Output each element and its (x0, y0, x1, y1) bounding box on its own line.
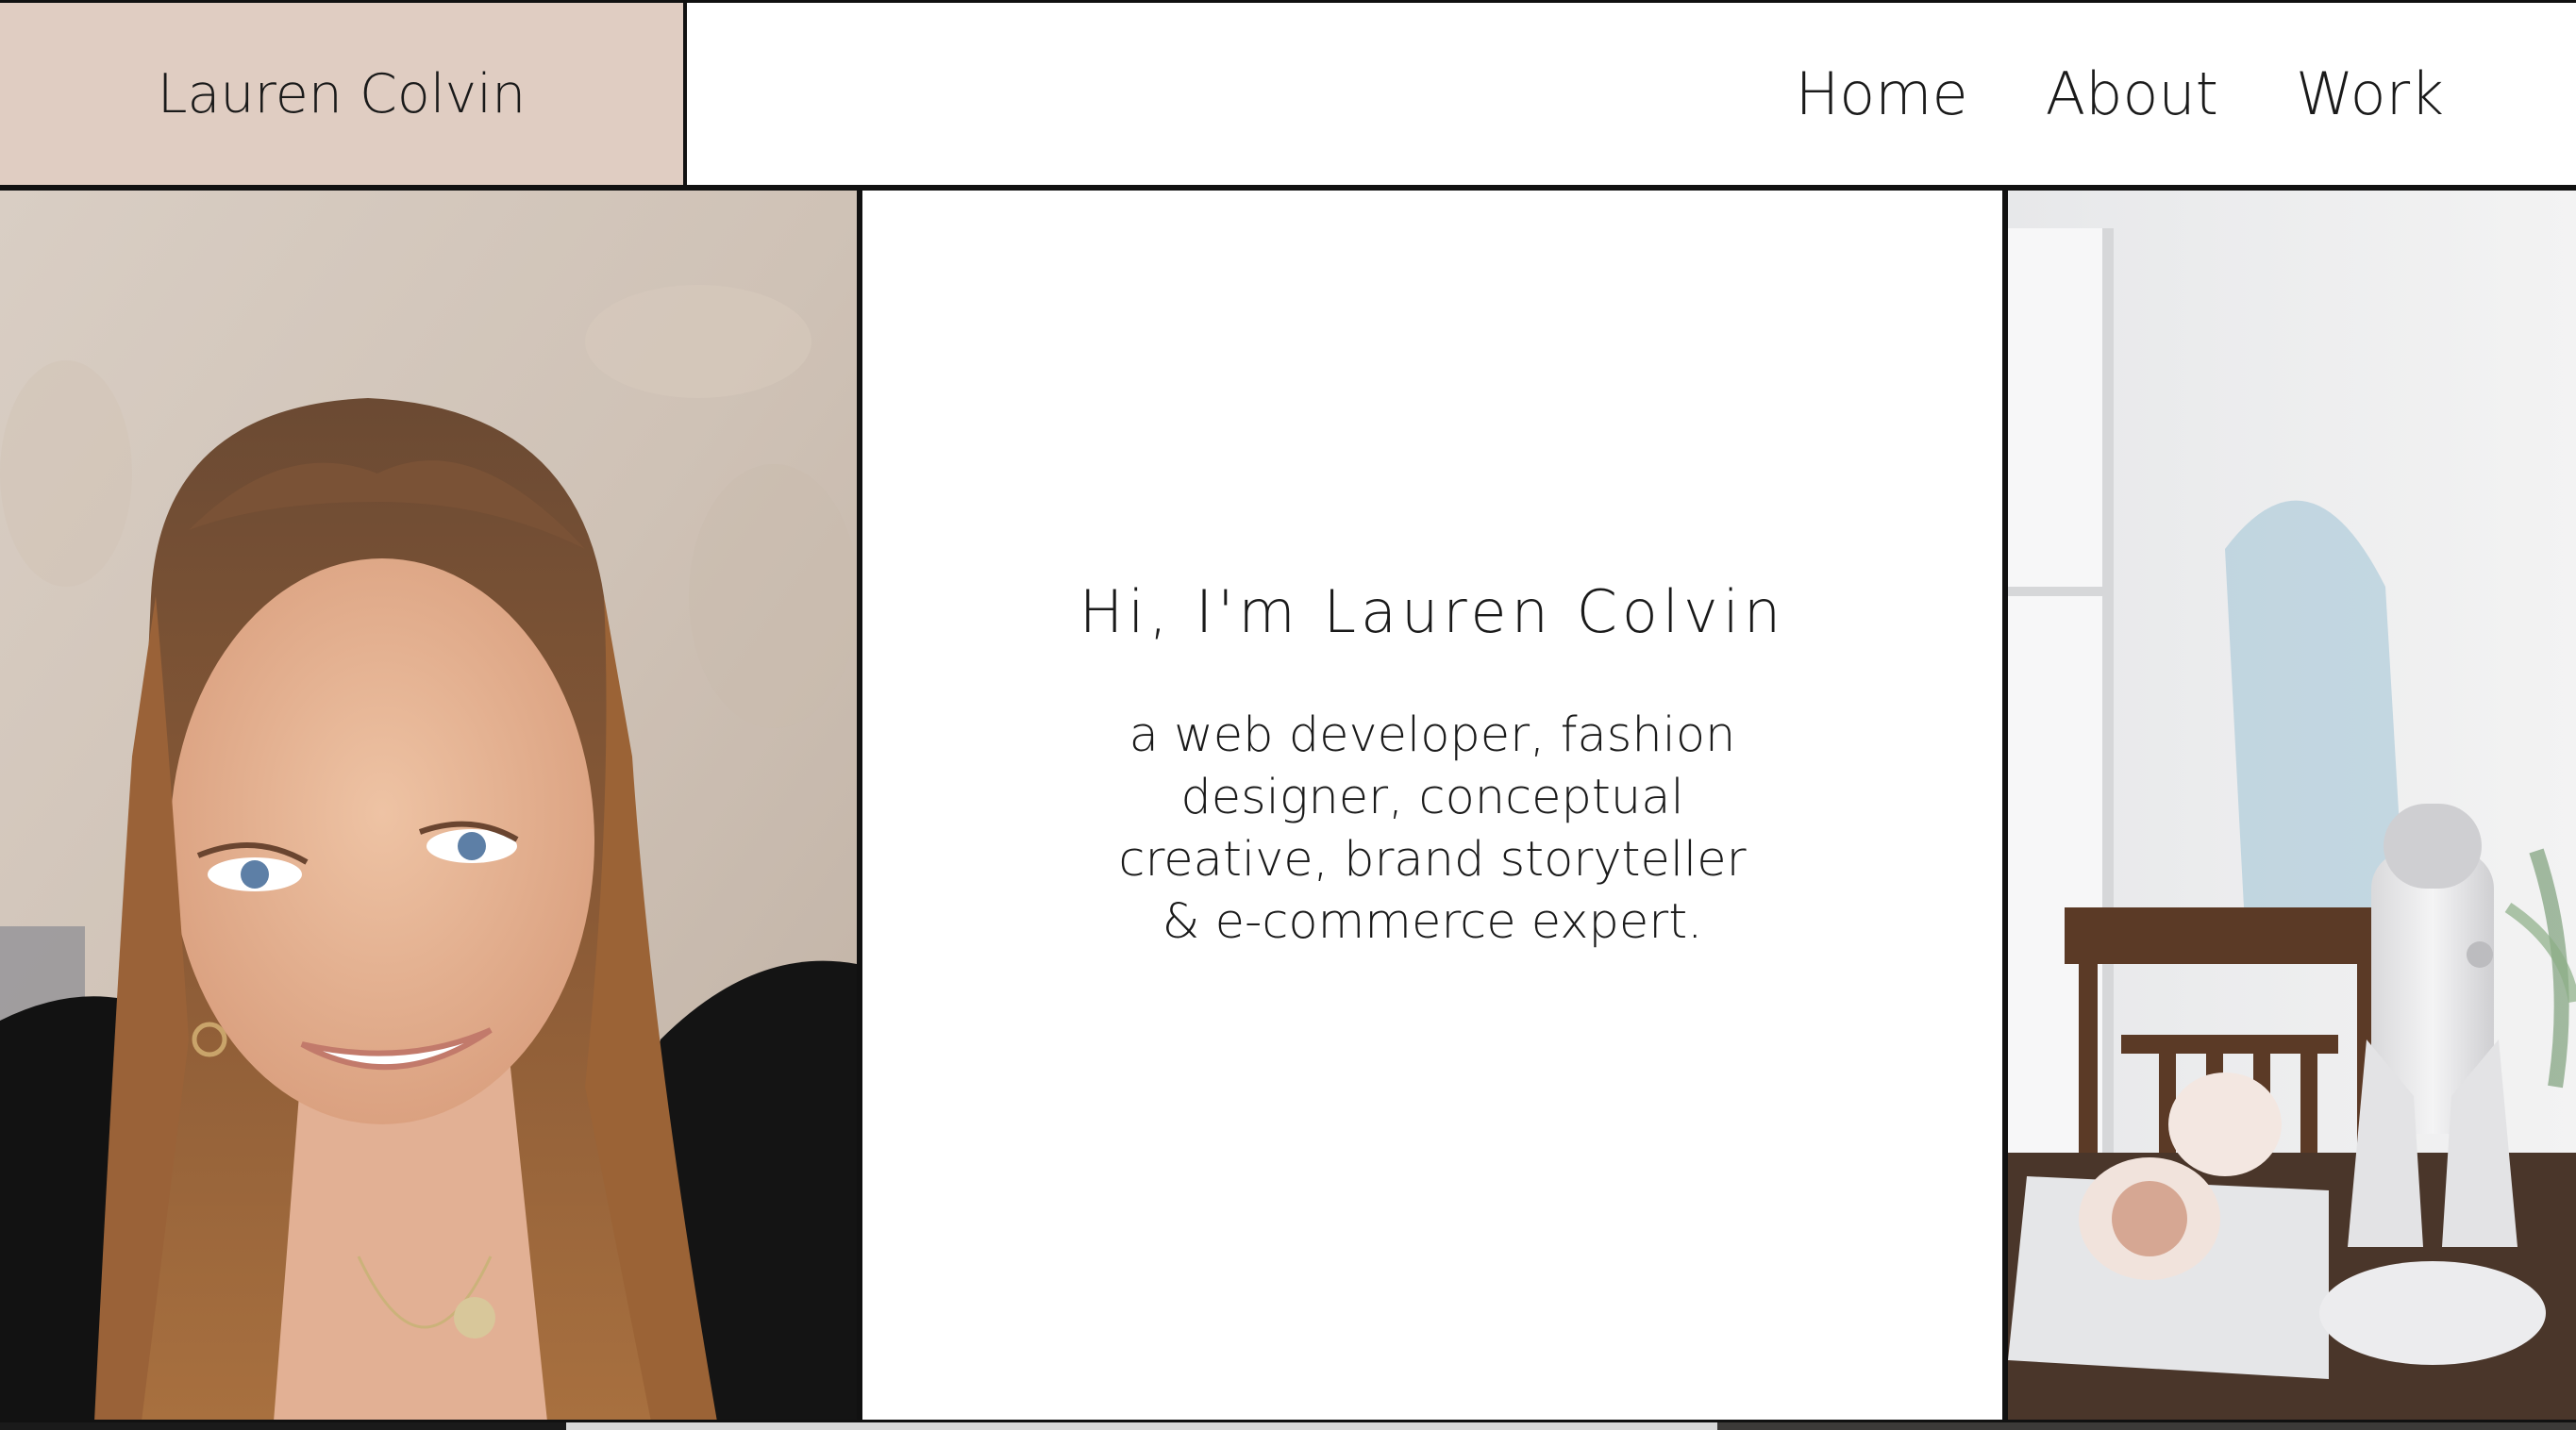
nav-work-link[interactable]: Work (2296, 59, 2444, 128)
site-brand-name[interactable]: Lauren Colvin (158, 63, 527, 125)
hero-subtitle: a web developer, fashion designer, conce… (1118, 707, 1747, 950)
hero-panels: Hi, I'm Lauren Colvin a web developer, f… (0, 191, 2576, 1422)
main-nav: Home About Work (1796, 3, 2444, 185)
next-section-edge-light (566, 1422, 1717, 1430)
page: Lauren Colvin Home About Work Hi, I'm La… (0, 0, 2576, 1430)
portrait-photo (0, 191, 857, 1422)
next-section-edge (0, 1420, 2576, 1430)
nav-about-link[interactable]: About (2046, 59, 2218, 128)
intro-panel: Hi, I'm Lauren Colvin a web developer, f… (857, 191, 2008, 1422)
hero-text-block: Hi, I'm Lauren Colvin a web developer, f… (862, 577, 2002, 954)
brand-box[interactable]: Lauren Colvin (0, 3, 687, 185)
hero-title: Hi, I'm Lauren Colvin (1079, 577, 1786, 646)
studio-microphone-photo (2008, 191, 2576, 1422)
site-header: Lauren Colvin Home About Work (0, 0, 2576, 191)
nav-home-link[interactable]: Home (1796, 59, 1968, 128)
next-section-edge-dark (1717, 1422, 2576, 1430)
